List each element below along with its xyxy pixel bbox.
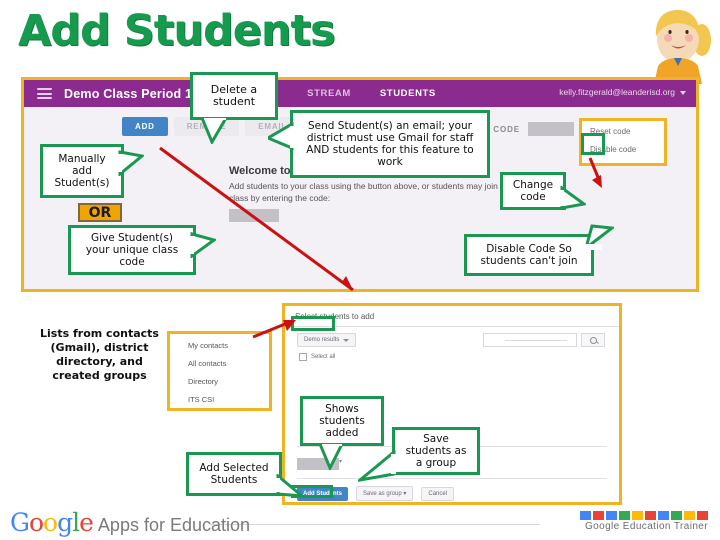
roster-code-value — [229, 209, 279, 222]
google-apps-for-education-logo: Google Apps for Education — [10, 508, 250, 537]
callout-save-as-group: Save students as a group — [392, 427, 480, 475]
save-as-group-label: Save as group — [363, 491, 402, 497]
callout-give-code: Give Student(s) your unique class code — [68, 225, 196, 275]
menu-item-all-contacts[interactable]: All contacts — [188, 359, 269, 368]
color-square — [645, 511, 656, 520]
callout-give-code-tail — [190, 232, 216, 258]
dialog-divider-3 — [297, 478, 607, 479]
callout-add-selected-students: Add Selected Students — [186, 452, 282, 496]
cartoon-girl-illustration — [654, 10, 711, 84]
google-wordmark: Google — [10, 508, 94, 537]
callout-change-code-tail — [560, 186, 586, 210]
search-icon — [589, 336, 597, 344]
add-button[interactable]: ADD — [122, 117, 168, 136]
callout-send-email-text: Send Student(s) an email; your district … — [306, 120, 474, 168]
callout-change-code: Change code — [500, 172, 566, 210]
footer-divider — [210, 524, 540, 525]
search-input-line — [505, 340, 567, 341]
callout-send-email: Send Student(s) an email; your district … — [290, 110, 490, 178]
select-all-label: Select all — [311, 354, 336, 360]
callout-disable-code: Disable Code So students can't join — [464, 234, 594, 276]
callout-save-as-group-text: Save students as a group — [405, 433, 467, 469]
user-account-menu[interactable]: kelly.fitzgerald@leanderisd.org — [559, 87, 686, 97]
chevron-down-icon — [343, 338, 350, 342]
callout-shows-students-tail — [318, 444, 344, 470]
google-letter: G — [10, 508, 30, 537]
callout-add-selected-tail — [276, 474, 306, 498]
callout-manual-add: Manually add Student(s) — [40, 144, 124, 198]
tab-stream[interactable]: STREAM — [307, 88, 351, 99]
trainer-label: Google Education Trainer — [584, 521, 708, 532]
scope-dropdown-label: Demo results — [304, 337, 340, 343]
callout-manual-add-text: Manually add Student(s) — [54, 153, 110, 189]
color-square — [619, 511, 630, 520]
apps-for-education-label: Apps for Education — [97, 515, 251, 535]
or-badge: OR — [78, 203, 122, 222]
color-square — [580, 511, 591, 520]
scope-dropdown[interactable]: Demo results — [297, 333, 357, 347]
color-square — [632, 511, 643, 520]
google-letter: g — [57, 508, 73, 537]
callout-lists-from-contacts: Lists from contacts (Gmail), district di… — [40, 327, 159, 382]
class-name: Demo Class Period 1 — [64, 86, 193, 101]
callout-shows-students-added-text: Shows students added — [319, 403, 365, 439]
highlight-scope-dropdown — [291, 316, 335, 331]
callout-delete-student-tail — [200, 118, 228, 144]
user-email: kelly.fitzgerald@leanderisd.org — [559, 87, 675, 97]
callout-delete-student-text: Delete a student — [210, 83, 258, 108]
class-code-value — [528, 122, 574, 136]
callout-send-email-tail — [268, 122, 294, 151]
menu-item-my-contacts[interactable]: My contacts — [188, 341, 269, 350]
save-as-group-button[interactable]: Save as group ▾ — [356, 486, 414, 501]
chevron-down-icon — [680, 90, 686, 95]
google-color-squares — [580, 511, 708, 520]
google-letter: o — [28, 508, 44, 537]
menu-item-its-csi[interactable]: ITS CSI — [188, 395, 269, 404]
callout-add-selected-students-text: Add Selected Students — [199, 462, 269, 486]
callout-give-code-text: Give Student(s) your unique class code — [85, 232, 179, 268]
color-square — [658, 511, 669, 520]
callout-manual-add-tail — [118, 150, 144, 176]
classroom-top-bar: Demo Class Period 1 STREAM STUDENTS kell… — [24, 80, 696, 107]
page-title: Add Students — [18, 6, 336, 56]
select-all-checkbox[interactable]: Select all — [299, 353, 335, 361]
roster-body: Add students to your class using the but… — [229, 181, 513, 203]
callout-disable-code-tail — [584, 224, 614, 250]
callout-change-code-text: Change code — [512, 179, 554, 203]
color-square — [684, 511, 695, 520]
search-button[interactable] — [581, 333, 605, 347]
menu-item-directory[interactable]: Directory — [188, 377, 269, 386]
google-letter: o — [43, 508, 58, 537]
slide-canvas: Add Students Demo Class Period 1 STREAM … — [0, 0, 720, 540]
tab-students[interactable]: STUDENTS — [380, 88, 436, 99]
checkbox-box — [299, 353, 307, 361]
callout-disable-code-text: Disable Code So students can't join — [480, 243, 578, 267]
contacts-source-menu: My contacts All contacts Directory ITS C… — [167, 331, 272, 411]
color-square — [697, 511, 708, 520]
highlight-class-code-dropdown — [581, 133, 605, 155]
cancel-button[interactable]: Cancel — [421, 486, 455, 501]
dialog-divider — [285, 326, 619, 327]
callout-shows-students-added: Shows students added — [300, 396, 384, 446]
callout-delete-student: Delete a student — [190, 72, 278, 120]
color-square — [671, 511, 682, 520]
google-letter: e — [79, 508, 94, 537]
hamburger-icon[interactable] — [37, 88, 52, 99]
classroom-tabs: STREAM STUDENTS — [307, 88, 436, 99]
color-square — [606, 511, 617, 520]
callout-save-as-group-tail — [358, 450, 396, 482]
color-square — [593, 511, 604, 520]
